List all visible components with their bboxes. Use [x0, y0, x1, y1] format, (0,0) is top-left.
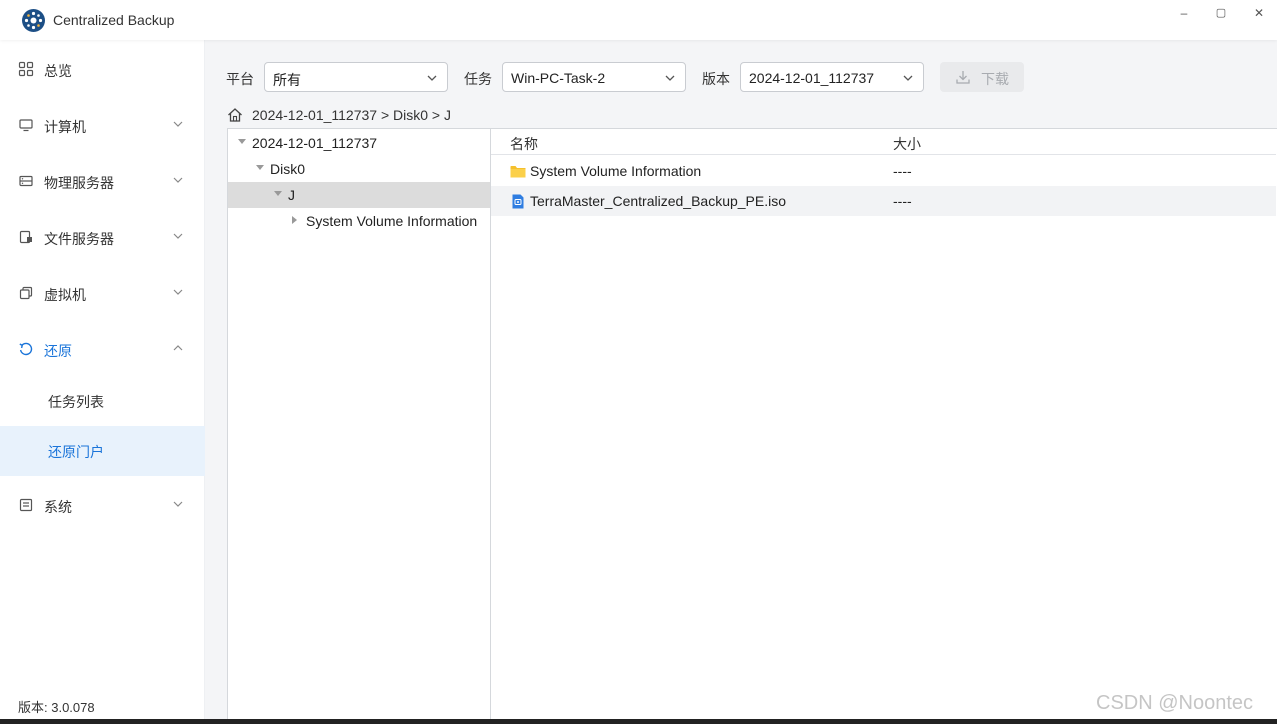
caret-down-icon[interactable]: [238, 139, 246, 144]
file-row[interactable]: System Volume Information ----: [491, 156, 1276, 186]
file-server-icon: [19, 230, 32, 244]
file-size: ----: [893, 163, 912, 179]
chevron-up-icon: [173, 345, 183, 351]
column-header-size[interactable]: 大小: [893, 134, 921, 154]
platform-select[interactable]: 所有: [264, 62, 448, 92]
tree-node-label: System Volume Information: [306, 213, 478, 229]
monitor-icon: [19, 119, 33, 132]
dashboard-icon: [18, 61, 34, 77]
chevron-down-icon: [173, 177, 183, 183]
bottom-edge: [0, 719, 1277, 724]
tree-node-label: Disk0: [270, 161, 306, 177]
chevron-down-icon: [903, 75, 913, 81]
disc-image-icon: [512, 194, 524, 209]
file-name: TerraMaster_Centralized_Backup_PE.iso: [530, 193, 787, 209]
sidebar-item-virtual-machine[interactable]: 虚拟机: [0, 278, 205, 308]
sidebar-subitem-label: 任务列表: [48, 394, 104, 410]
close-button[interactable]: ✕: [1248, 4, 1270, 22]
app-title: Centralized Backup: [53, 12, 175, 28]
file-row[interactable]: TerraMaster_Centralized_Backup_PE.iso --…: [491, 186, 1276, 216]
download-button[interactable]: 下载: [940, 62, 1024, 92]
version-select[interactable]: 2024-12-01_112737: [740, 62, 924, 92]
app-logo-icon: [22, 9, 45, 32]
chevron-down-icon: [173, 289, 183, 295]
file-list-header: 名称 大小: [491, 129, 1276, 155]
file-size: ----: [893, 193, 912, 209]
sidebar-subitem-label: 还原门户: [48, 444, 104, 460]
file-list: 名称 大小 System Volume Information ---- Ter…: [490, 128, 1277, 721]
sidebar-item-label: 总览: [44, 63, 72, 79]
folder-icon: [510, 166, 526, 178]
platform-label: 平台: [226, 71, 254, 87]
download-icon: [956, 71, 970, 84]
sidebar-item-system[interactable]: 系统: [0, 490, 205, 520]
chevron-down-icon: [665, 75, 675, 81]
breadcrumb: 2024-12-01_112737 > Disk0 > J: [252, 107, 451, 123]
chevron-down-icon: [427, 75, 437, 81]
sidebar-item-label: 物理服务器: [44, 175, 114, 191]
chevron-down-icon: [173, 233, 183, 239]
chevron-down-icon: [173, 121, 183, 127]
sidebar-item-restore[interactable]: 还原: [0, 334, 205, 364]
task-select[interactable]: Win-PC-Task-2: [502, 62, 686, 92]
column-header-name[interactable]: 名称: [510, 134, 538, 154]
file-name: System Volume Information: [530, 163, 702, 179]
tree-node[interactable]: Disk0: [228, 156, 490, 182]
platform-select-value: 所有: [273, 72, 301, 88]
system-icon: [19, 498, 33, 512]
tree-node[interactable]: System Volume Information: [228, 208, 490, 234]
sidebar-item-label: 文件服务器: [44, 231, 114, 247]
chevron-down-icon: [173, 501, 183, 507]
sidebar-item-label: 还原: [44, 343, 72, 359]
server-icon: [19, 175, 33, 187]
task-label: 任务: [464, 71, 492, 87]
maximize-button[interactable]: ▢: [1210, 4, 1232, 22]
sidebar-item-overview[interactable]: 总览: [0, 54, 205, 84]
title-bar: Centralized Backup – ▢ ✕: [0, 0, 1277, 40]
minimize-button[interactable]: –: [1173, 4, 1195, 22]
sidebar-item-computer[interactable]: 计算机: [0, 110, 205, 140]
caret-right-icon[interactable]: [292, 216, 297, 224]
sidebar-item-physical-server[interactable]: 物理服务器: [0, 166, 205, 196]
sidebar-subitem-task-list[interactable]: 任务列表: [0, 376, 205, 426]
main-content: 平台 所有 任务 Win-PC-Task-2 版本 2024-12-01_112…: [205, 40, 1277, 724]
tree-node-label: J: [288, 187, 295, 203]
restore-icon: [19, 342, 33, 356]
sidebar-item-label: 计算机: [44, 119, 86, 135]
tree-node-selected[interactable]: J: [228, 182, 490, 208]
tree-node[interactable]: 2024-12-01_112737: [228, 130, 490, 156]
task-select-value: Win-PC-Task-2: [511, 70, 606, 86]
app-version: 版本: 3.0.078: [18, 700, 95, 715]
tree-node-label: 2024-12-01_112737: [252, 135, 378, 151]
caret-down-icon[interactable]: [274, 191, 282, 196]
sidebar-item-file-server[interactable]: 文件服务器: [0, 222, 205, 252]
sidebar-item-label: 虚拟机: [44, 287, 86, 303]
folder-tree: 2024-12-01_112737 Disk0 J System Volume …: [227, 128, 491, 721]
download-button-label: 下载: [981, 71, 1009, 87]
version-label: 版本: [702, 71, 730, 87]
watermark: CSDN @Noontec: [1096, 692, 1254, 714]
sidebar-subitem-restore-portal[interactable]: 还原门户: [0, 426, 205, 476]
caret-down-icon[interactable]: [256, 165, 264, 170]
version-select-value: 2024-12-01_112737: [749, 70, 875, 86]
home-icon[interactable]: [227, 107, 243, 123]
virtual-machine-icon: [19, 286, 33, 300]
sidebar-item-label: 系统: [44, 499, 72, 515]
sidebar: 总览 计算机 物理服务器 文件服务器 虚拟机 还原 任务列表 还原门户 系统 版…: [0, 40, 205, 724]
